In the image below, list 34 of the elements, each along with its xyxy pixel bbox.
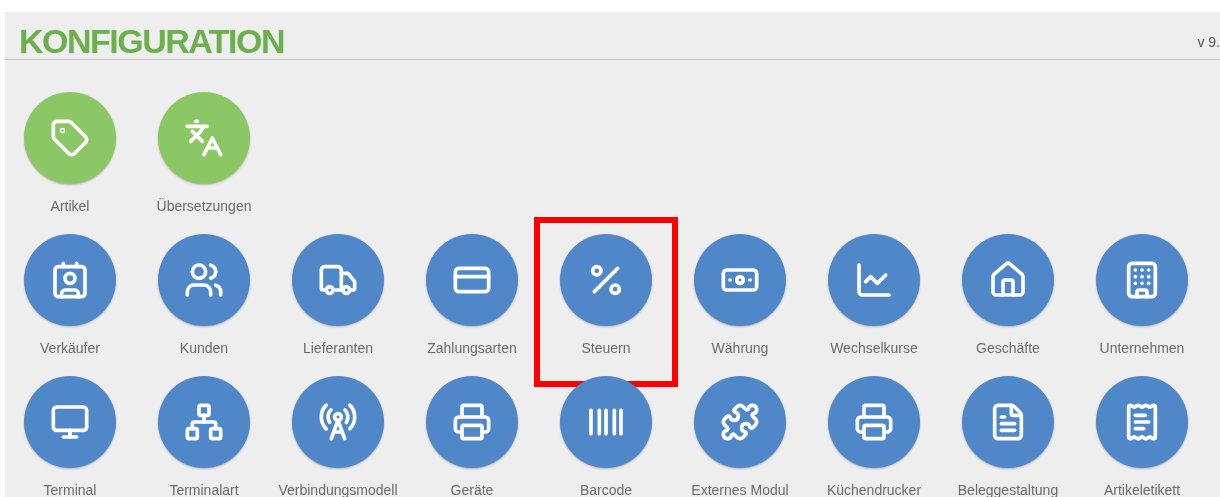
tile-label: Währung xyxy=(711,339,769,358)
antenna-icon xyxy=(318,402,358,442)
version-text: v 9. xyxy=(1197,33,1220,52)
tile-label: Zahlungsarten xyxy=(427,339,517,358)
tile-label: Geschäfte xyxy=(976,339,1040,358)
puzzle-icon xyxy=(720,402,760,442)
house-icon xyxy=(988,260,1028,300)
tile-label: Verbindungsmodell xyxy=(278,481,398,497)
people-icon xyxy=(184,260,224,300)
tile-label: Kunden xyxy=(179,339,229,358)
tile-label: Barcode xyxy=(579,481,633,497)
tag-icon xyxy=(50,118,90,158)
translate-icon xyxy=(184,118,224,158)
tile-label: Artikel xyxy=(50,197,90,216)
tile-label: Küchendrucker xyxy=(826,481,922,497)
tile-label: Unternehmen xyxy=(1099,339,1185,358)
tile-label: Beleggestaltung xyxy=(957,481,1059,497)
tile-label: Lieferanten xyxy=(302,339,374,358)
tile-label: Steuern xyxy=(581,339,631,358)
monitor-icon xyxy=(50,402,90,442)
tile-label: Terminal xyxy=(43,481,97,497)
printer-icon xyxy=(854,402,894,442)
tile-label: Externes Modul xyxy=(691,481,789,497)
tile-label: Terminalart xyxy=(169,481,239,497)
tile-label: Wechselkurse xyxy=(830,339,918,358)
chart-icon xyxy=(854,260,894,300)
tile-label: Geräte xyxy=(450,481,494,497)
printer-icon xyxy=(452,402,492,442)
page-title: KONFIGURATION xyxy=(19,23,286,59)
network-icon xyxy=(184,402,224,442)
tile-label: Verkäufer xyxy=(40,339,100,358)
tile-label: Artikeletikett xyxy=(1103,481,1181,497)
id-card-icon xyxy=(50,260,90,300)
tile-label: Übersetzungen xyxy=(156,197,252,216)
